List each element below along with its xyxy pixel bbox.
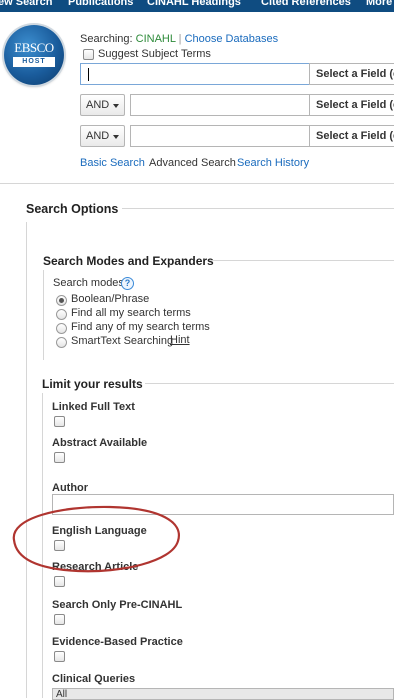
searching-label: Searching: [80,33,133,45]
chevron-down-icon [113,135,119,139]
nav-cited-references[interactable]: Cited References [261,0,351,8]
operator-select-3[interactable]: AND [80,125,125,147]
clinical-queries-select[interactable]: All [52,688,394,700]
field-select-2[interactable]: Select a Field (op [309,94,394,116]
search-modes-label: Search modes [53,277,124,289]
divider [43,270,44,360]
operator-select-2[interactable]: AND [80,94,125,116]
basic-search-link[interactable]: Basic Search [80,157,145,169]
divider [122,208,394,209]
logo-text: EBSCO [14,40,54,55]
database-name: CINAHL [135,33,176,45]
advanced-search-link[interactable]: Advanced Search [149,157,236,169]
chevron-down-icon [113,104,119,108]
research-article-label: Research Article [52,561,139,573]
english-language-label: English Language [52,525,147,537]
mode-label-find-all: Find all my search terms [71,307,191,319]
separator: | [178,33,182,45]
evidence-based-practice-checkbox[interactable] [54,651,65,662]
limit-results-title: Limit your results [42,377,143,391]
field-select-3[interactable]: Select a Field (op [309,125,394,147]
radio-find-any[interactable] [56,323,67,334]
nav-publications[interactable]: Publications [68,0,133,8]
help-icon[interactable]: ? [121,277,134,290]
search-history-link[interactable]: Search History [237,157,309,169]
evidence-based-practice-label: Evidence-Based Practice [52,636,183,648]
author-label: Author [52,482,89,494]
top-nav-bar: ew Search Publications CINAHL Headings C… [0,0,394,12]
suggest-subject-terms-label: Suggest Subject Terms [98,48,211,60]
linked-full-text-label: Linked Full Text [52,401,135,413]
divider [145,383,394,384]
divider [26,222,27,698]
author-input[interactable] [52,494,394,515]
operator-value: AND [86,130,110,142]
abstract-available-label: Abstract Available [52,437,148,449]
text-cursor [88,68,89,81]
field-select-1[interactable]: Select a Field (op [309,63,394,85]
search-input-3[interactable] [130,125,310,147]
mode-label-smarttext: SmartText Searching [71,335,174,347]
pre-cinahl-checkbox[interactable] [54,614,65,625]
operator-value: AND [86,99,110,111]
mode-label-find-any: Find any of my search terms [71,321,210,333]
radio-find-all[interactable] [56,309,67,320]
radio-boolean-phrase[interactable] [56,295,67,306]
search-modes-section-title: Search Modes and Expanders [43,254,214,268]
abstract-available-checkbox[interactable] [54,452,65,463]
nav-more[interactable]: More [366,0,392,8]
nav-new-search[interactable]: ew Search [0,0,52,8]
divider [0,183,394,184]
logo-subtext: HOST [13,57,55,67]
nav-cinahl-headings[interactable]: CINAHL Headings [147,0,241,8]
pre-cinahl-label: Search Only Pre-CINAHL [52,599,183,611]
ebscohost-logo[interactable]: EBSCO HOST [4,25,64,85]
hint-link[interactable]: Hint [170,334,190,346]
mode-label-boolean: Boolean/Phrase [71,293,150,305]
choose-databases-link[interactable]: Choose Databases [185,33,279,45]
radio-smarttext[interactable] [56,337,67,348]
search-input-1[interactable] [80,63,310,85]
search-options-title: Search Options [26,202,119,216]
suggest-subject-terms-checkbox[interactable] [83,49,94,60]
searching-line: Searching: CINAHL | Choose Databases [80,33,278,45]
english-language-checkbox[interactable] [54,540,65,551]
research-article-checkbox[interactable] [54,576,65,587]
search-input-2[interactable] [130,94,310,116]
linked-full-text-checkbox[interactable] [54,416,65,427]
divider [210,260,394,261]
clinical-queries-label: Clinical Queries [52,673,136,685]
divider [42,393,43,698]
